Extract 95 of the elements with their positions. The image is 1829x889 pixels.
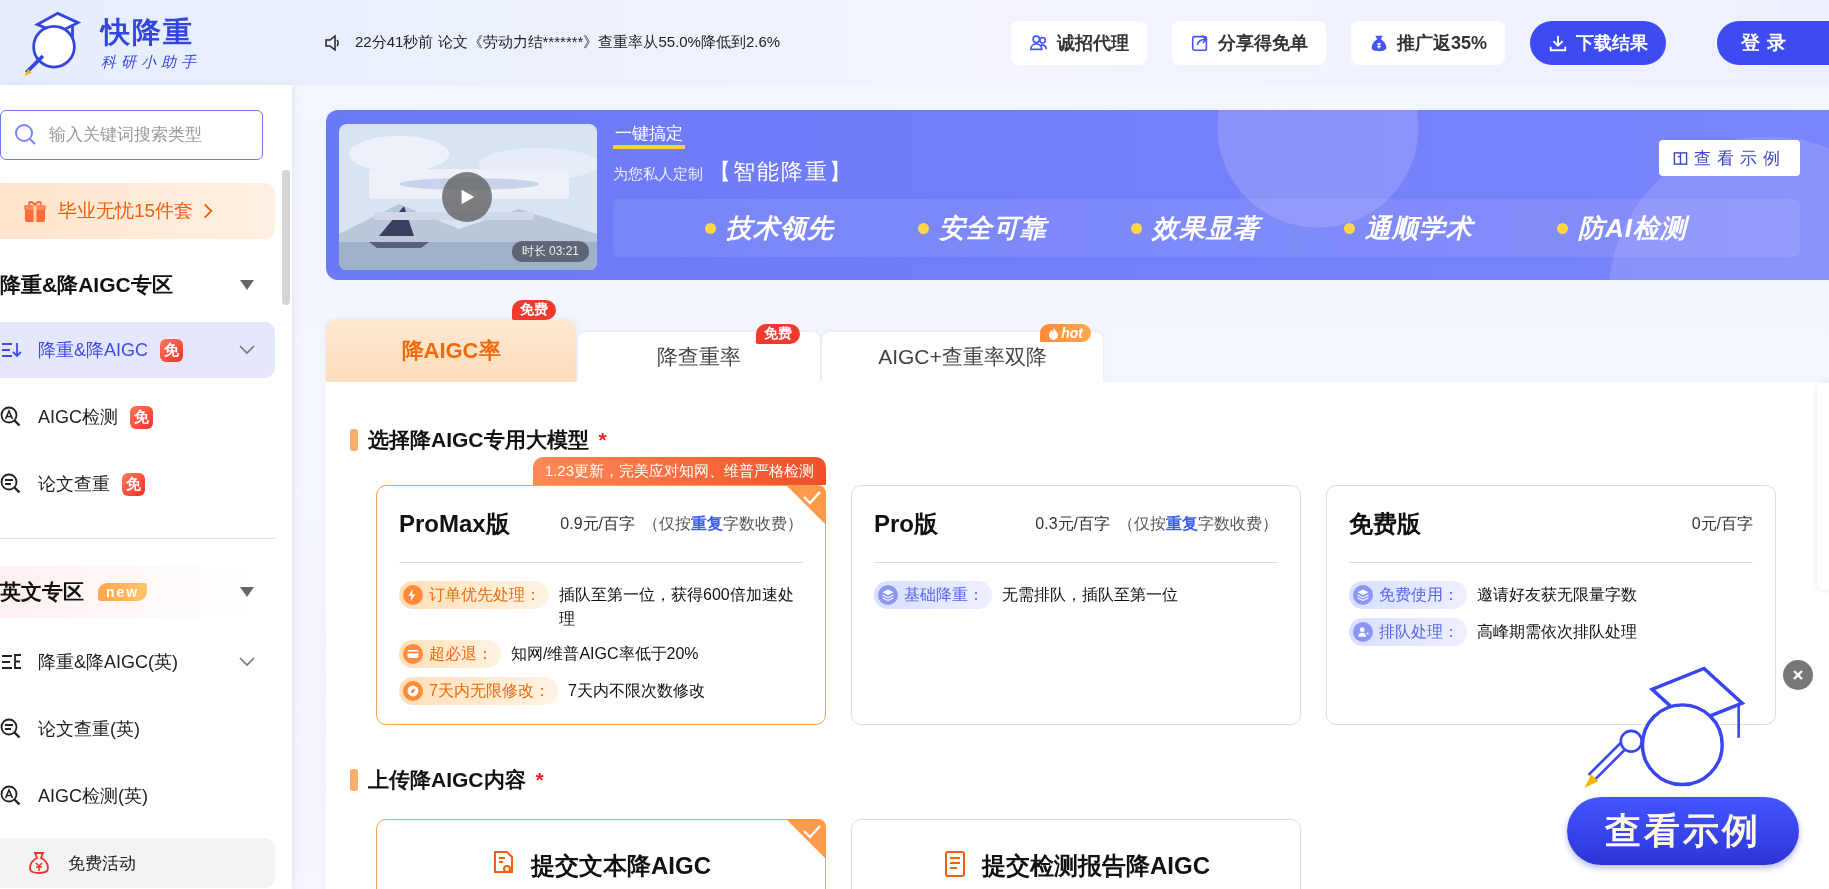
header-button[interactable]: 分享得免单: [1171, 20, 1326, 65]
sidebar-item[interactable]: 降重&降AIGC 免: [0, 322, 275, 378]
people-icon: [1028, 32, 1049, 53]
card-icon: [406, 647, 420, 661]
new-tag: new: [98, 583, 148, 601]
search-lines-icon: [0, 473, 22, 495]
gift-icon: [22, 198, 48, 224]
plan-card[interactable]: Pro版 0.3元/百字 （仅按重复字数收费） 基础降重： 无需排队，插队至第一位: [851, 485, 1301, 725]
section-title: 上传降AIGC内容: [368, 767, 526, 793]
required-mark: *: [598, 428, 607, 452]
banner-subtitle: 为您私人定制: [613, 165, 703, 184]
bullet-dot: [918, 222, 929, 234]
view-example-button[interactable]: 查看示例: [1659, 140, 1800, 176]
upload-option-card[interactable]: 提交文本降AIGC: [376, 819, 826, 889]
bullet-dot: [1557, 222, 1568, 234]
section-title: 英文专区: [0, 579, 84, 605]
sidebar-item[interactable]: AIGC检测 免: [0, 389, 275, 445]
layers-icon: [881, 588, 895, 602]
feature-tag: 7天内无限修改：: [399, 677, 558, 705]
banner-headline: 【智能降重】: [709, 158, 853, 186]
section-title: 选择降AIGC专用大模型: [368, 427, 589, 453]
feature-text: 高峰期需依次排队处理: [1477, 622, 1637, 642]
letter-search-icon: [0, 406, 22, 428]
notice-text: 22分41秒前 论文《劳动力结*******》查重率从55.0%降低到2.6%: [355, 33, 781, 52]
compass-icon: [406, 684, 420, 698]
feature-text: 安全可靠: [939, 211, 1047, 245]
feature-tag: 排队处理：: [1349, 618, 1467, 646]
search-icon: [14, 123, 38, 147]
video-duration: 时长 03:21: [511, 241, 589, 262]
view-example-button[interactable]: 查看示例: [1567, 797, 1799, 865]
chevron-right-icon: [203, 202, 214, 220]
free-badge: 免费: [512, 300, 556, 320]
sidebar-item[interactable]: 降重&降AIGC(英): [0, 634, 275, 690]
plan-card[interactable]: ProMax版 0.9元/百字 （仅按重复字数收费） 订单优先处理： 插队至第一位，获得600倍加速处理 超必退： 知网/维普AIGC率低于20% 7天内无限修改： 7天内不限次数修改: [376, 485, 826, 725]
app-logo-title: 快降重: [101, 15, 195, 50]
section-title: 降重&降AIGC专区: [0, 272, 173, 298]
feature-text: 插队至第一位，获得600倍加速处理: [559, 585, 795, 629]
plan-price: 0元/百字: [1691, 513, 1753, 534]
share-icon: [1189, 32, 1210, 53]
plan-card[interactable]: 免费版 0元/百字 免费使用： 邀请好友获无限量字数 排队处理： 高峰期需依次排队处理: [1326, 485, 1776, 725]
search-field[interactable]: 输入关键词搜索类型: [0, 110, 263, 160]
upload-option-card[interactable]: 提交检测报告降AIGC: [851, 819, 1301, 889]
money-bag-icon: [28, 851, 50, 875]
free-activity-button[interactable]: 免费活动: [0, 838, 275, 888]
app-logo-subtitle: 科研小助手: [101, 53, 201, 72]
banner-kicker: 一键搞定: [613, 124, 685, 149]
layers-icon: [1356, 588, 1370, 602]
sidebar-item[interactable]: 论文查重 免: [0, 456, 275, 512]
feature-tag: 订单优先处理：: [399, 581, 549, 609]
hot-badge: hot: [1040, 324, 1091, 342]
price-note: （仅按重复字数收费）: [643, 513, 803, 534]
upload-option-label: 提交检测报告降AIGC: [982, 851, 1210, 881]
feature-tag: 超必退：: [399, 640, 501, 668]
letter-search-icon: [0, 785, 22, 807]
section-marker: [350, 429, 358, 451]
plan-name: ProMax版: [399, 509, 510, 539]
promo-text: 毕业无忧15件套: [58, 199, 194, 223]
bullet-dot: [705, 222, 716, 234]
feature-text: 通顺学术: [1365, 211, 1473, 245]
price-note: （仅按重复字数收费）: [1118, 513, 1278, 534]
header-button[interactable]: 推广返35%: [1350, 20, 1505, 65]
plan-price: 0.3元/百字: [1035, 513, 1110, 534]
required-mark: *: [535, 768, 544, 792]
free-badge: 免: [130, 405, 153, 429]
feature-text: 邀请好友获无限量字数: [1477, 585, 1637, 605]
free-badge: 免: [122, 472, 145, 496]
feature-text: 7天内不限次数修改: [567, 681, 705, 701]
download-button[interactable]: 下载结果: [1530, 20, 1666, 65]
free-badge: 免: [160, 338, 183, 362]
search-lines-icon: [0, 718, 22, 740]
plan-name: Pro版: [874, 509, 938, 539]
section-title-row[interactable]: 降重&降AIGC专区: [0, 259, 275, 311]
login-button[interactable]: 登录: [1717, 20, 1829, 65]
plan-name: 免费版: [1349, 509, 1421, 539]
sidebar-item[interactable]: 论文查重(英): [0, 701, 275, 757]
book-icon: [1673, 150, 1688, 166]
feature-text: 技术领先: [726, 211, 834, 245]
section-marker: [350, 769, 358, 791]
feature-tag: 免费使用：: [1349, 581, 1467, 609]
plan-price: 0.9元/百字: [560, 513, 635, 534]
document-lines-icon: [942, 850, 968, 878]
person-icon: [1356, 625, 1370, 639]
feature-text: 知网/维普AIGC率低于20%: [511, 644, 699, 664]
update-ribbon: 1.23更新，完美应对知网、维普严格检测: [532, 457, 826, 485]
bullet-dot: [1344, 222, 1355, 234]
close-icon: [1792, 669, 1804, 681]
feature-text: 无需排队，插队至第一位: [1002, 585, 1178, 605]
check-corner-icon: [786, 819, 826, 859]
flame-icon: [1048, 326, 1060, 340]
sidebar-item[interactable]: AIGC检测(英): [0, 768, 275, 824]
free-badge: 免费: [756, 324, 800, 344]
header-button[interactable]: 诚招代理: [1010, 20, 1147, 65]
feature-tag: 基础降重：: [874, 581, 992, 609]
upload-option-label: 提交文本降AIGC: [531, 851, 711, 881]
bullet-dot: [1131, 222, 1142, 234]
